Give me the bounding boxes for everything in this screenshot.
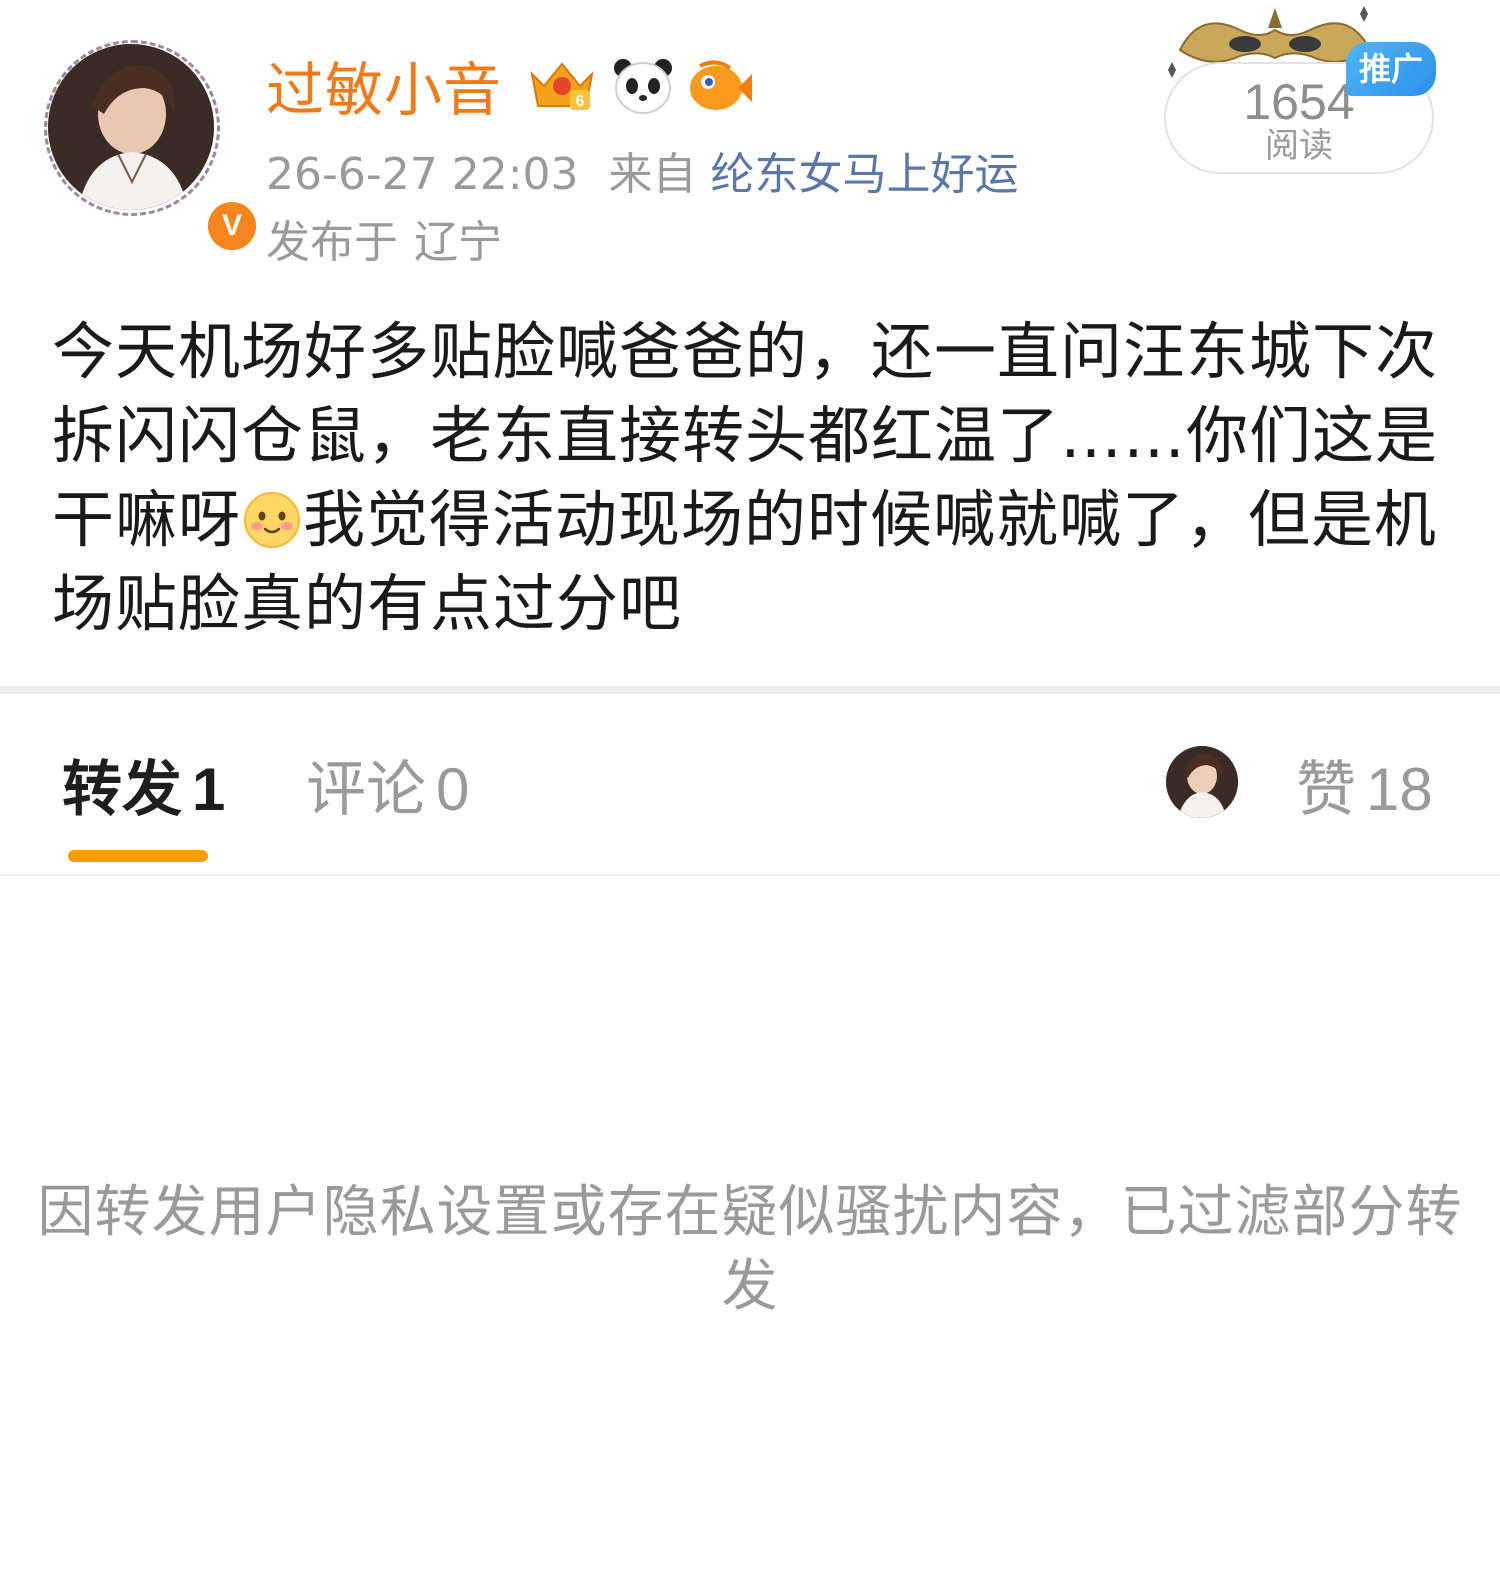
crown-level-badge-icon[interactable]: 6 [524, 56, 600, 116]
blush-emoji-icon [243, 486, 301, 548]
post-timestamp: 26-6-27 22:03 [266, 149, 579, 200]
tab-like[interactable]: 赞 18 [1296, 750, 1433, 830]
location-value: 辽宁 [414, 217, 502, 268]
source-link[interactable]: 纶东女马上好运 [711, 149, 1019, 200]
tab-like-count: 18 [1366, 756, 1433, 823]
post-location: 发布于 辽宁 [266, 212, 502, 274]
tabs-divider [0, 874, 1500, 876]
tab-like-label: 赞 [1296, 755, 1356, 825]
liker-avatar[interactable] [1166, 746, 1238, 818]
post-body: 今天机场好多贴脸喊爸爸的，还一直问汪东城下次拆闪闪仓鼠，老东直接转头都红温了……… [52, 310, 1452, 646]
section-divider [0, 686, 1500, 694]
tab-repost-label: 转发 [62, 755, 182, 825]
promote-tag[interactable]: 推广 [1346, 42, 1436, 96]
avatar-frame-decoration [44, 40, 220, 216]
source-prefix: 来自 [608, 149, 697, 200]
author-name[interactable]: 过敏小音 [266, 50, 502, 130]
verified-badge-icon: V [204, 198, 260, 254]
tab-comment[interactable]: 评论 0 [306, 750, 469, 830]
tab-repost[interactable]: 转发 1 [62, 750, 225, 830]
tab-comment-label: 评论 [306, 755, 426, 825]
crown-level-number: 6 [576, 93, 585, 110]
active-tab-indicator [68, 850, 208, 862]
read-count-label: 阅读 [1265, 126, 1333, 166]
fish-badge-icon[interactable] [686, 58, 754, 116]
tab-comment-count: 0 [436, 756, 470, 823]
filter-notice: 因转发用户隐私设置或存在疑似骚扰内容，已过滤部分转发 [37, 1180, 1463, 1319]
location-prefix: 发布于 [266, 217, 398, 268]
tab-repost-count: 1 [192, 756, 226, 823]
post-meta: 26-6-27 22:03 来自 纶东女马上好运 [266, 144, 1019, 206]
author-avatar-wrapper[interactable]: V [44, 40, 260, 254]
liker-avatar-image [1166, 746, 1238, 818]
panda-badge-icon[interactable] [610, 56, 676, 116]
